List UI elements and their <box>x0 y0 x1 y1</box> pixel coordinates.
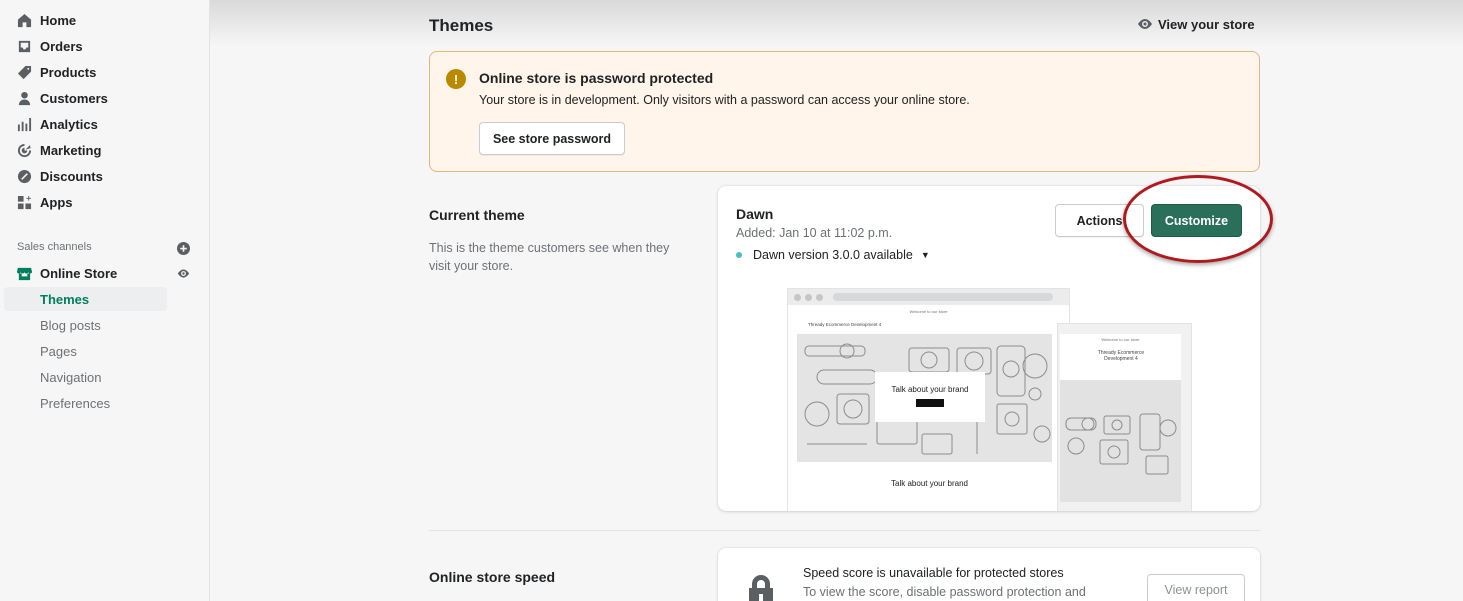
sales-channels-label: Sales channels <box>17 241 92 253</box>
sidebar-subitem-label: Pages <box>40 343 77 359</box>
sidebar-item-label: Orders <box>40 38 83 54</box>
sidebar-item-discounts[interactable]: Discounts <box>4 164 167 188</box>
sidebar: Home Orders Products Customers Analytics… <box>0 0 210 601</box>
discount-icon <box>16 168 32 184</box>
banner-title: Online store is password protected <box>479 70 714 86</box>
view-report-button[interactable]: View report <box>1147 574 1245 601</box>
preview-hero-heading: Talk about your brand <box>891 385 969 394</box>
sidebar-item-label: Analytics <box>40 116 98 132</box>
theme-preview[interactable]: Welcome to our store Thready Ecommerce D… <box>787 288 1192 511</box>
sidebar-subitem-label: Themes <box>40 291 90 307</box>
view-your-store-label: View your store <box>1158 16 1255 32</box>
preview-shop-button <box>916 399 944 407</box>
password-protected-banner: ! Online store is password protected You… <box>429 51 1260 172</box>
speed-unavailable-title: Speed score is unavailable for protected… <box>803 566 1064 580</box>
sidebar-subitem-label: Navigation <box>40 369 102 385</box>
mobile-announcement: Welcome to our store <box>1101 337 1140 342</box>
eye-icon <box>1138 19 1152 29</box>
browser-bar <box>788 289 1069 305</box>
home-icon <box>16 12 32 28</box>
section-divider <box>429 530 1260 531</box>
bar-chart-icon <box>16 116 32 132</box>
mobile-store-name: Thready Ecommerce Development 4 <box>1097 350 1145 362</box>
view-your-store-link[interactable]: View your store <box>1137 16 1255 32</box>
add-channel-icon[interactable] <box>176 241 190 255</box>
status-dot-icon <box>736 252 742 258</box>
theme-version-dropdown[interactable]: Dawn version 3.0.0 available ▼ <box>736 248 930 262</box>
lock-icon <box>746 574 776 601</box>
sidebar-item-marketing[interactable]: Marketing <box>4 138 167 162</box>
preview-section-heading: Talk about your brand <box>891 479 968 488</box>
preview-store-name: Thready Ecommerce Development 4 <box>808 322 882 327</box>
theme-added-date: Added: Jan 10 at 11:02 p.m. <box>736 226 893 240</box>
speed-unavailable-text: To view the score, disable password prot… <box>803 585 1086 599</box>
tag-icon <box>16 64 32 80</box>
sidebar-subitem-pages[interactable]: Pages <box>4 339 167 363</box>
current-theme-description: This is the theme customers see when the… <box>429 241 670 273</box>
person-icon <box>16 90 32 106</box>
warning-icon: ! <box>446 69 466 89</box>
sidebar-subitem-themes[interactable]: Themes <box>4 287 167 311</box>
mobile-preview: Welcome to our store Thready Ecommerce D… <box>1057 323 1192 511</box>
sidebar-item-label: Home <box>40 12 77 28</box>
mobile-hero-image <box>1060 380 1181 502</box>
preview-hero-image: Talk about your brand <box>797 334 1052 462</box>
apps-icon <box>16 194 32 210</box>
current-theme-card: Dawn Added: Jan 10 at 11:02 p.m. Dawn ve… <box>718 186 1260 511</box>
theme-name: Dawn <box>736 206 774 222</box>
theme-version-label: Dawn version 3.0.0 available <box>753 248 913 262</box>
sidebar-subitem-label: Blog posts <box>40 317 101 333</box>
preview-announcement: Welcome to our store <box>909 309 948 314</box>
sidebar-item-label: Discounts <box>40 168 103 184</box>
actions-button[interactable]: Actions <box>1055 204 1144 237</box>
online-store-speed-title: Online store speed <box>429 569 556 585</box>
view-online-store-icon[interactable] <box>176 266 190 280</box>
sidebar-item-home[interactable]: Home <box>4 8 167 32</box>
current-theme-title: Current theme <box>429 207 525 223</box>
sidebar-item-products[interactable]: Products <box>4 60 167 84</box>
banner-text: Your store is in development. Only visit… <box>479 93 970 107</box>
customize-button[interactable]: Customize <box>1151 204 1242 237</box>
target-icon <box>16 142 32 158</box>
desktop-preview: Welcome to our store Thready Ecommerce D… <box>787 288 1070 511</box>
orders-icon <box>16 38 32 54</box>
see-store-password-button[interactable]: See store password <box>479 122 625 155</box>
sidebar-item-label: Online Store <box>40 265 118 281</box>
preview-hero-overlay: Talk about your brand <box>875 372 985 422</box>
main-content: Themes View your store ! Online store is… <box>211 0 1463 601</box>
sidebar-item-analytics[interactable]: Analytics <box>4 112 167 136</box>
sidebar-subitem-navigation[interactable]: Navigation <box>4 365 167 389</box>
sidebar-subitem-label: Preferences <box>40 395 111 411</box>
page-title: Themes <box>429 16 494 35</box>
sidebar-item-label: Products <box>40 64 97 80</box>
sidebar-item-online-store[interactable]: Online Store <box>4 261 167 285</box>
sidebar-item-apps[interactable]: Apps <box>4 190 167 214</box>
caret-down-icon: ▼ <box>920 250 930 260</box>
sidebar-item-label: Marketing <box>40 142 102 158</box>
actions-label: Actions <box>1076 213 1123 228</box>
sidebar-item-customers[interactable]: Customers <box>4 86 167 110</box>
sidebar-subitem-preferences[interactable]: Preferences <box>4 391 167 415</box>
sidebar-item-orders[interactable]: Orders <box>4 34 167 58</box>
speed-card: Speed score is unavailable for protected… <box>718 548 1260 601</box>
sidebar-item-label: Apps <box>40 194 73 210</box>
sidebar-subitem-blog-posts[interactable]: Blog posts <box>4 313 167 337</box>
store-icon <box>16 265 32 281</box>
sidebar-item-label: Customers <box>40 90 108 106</box>
